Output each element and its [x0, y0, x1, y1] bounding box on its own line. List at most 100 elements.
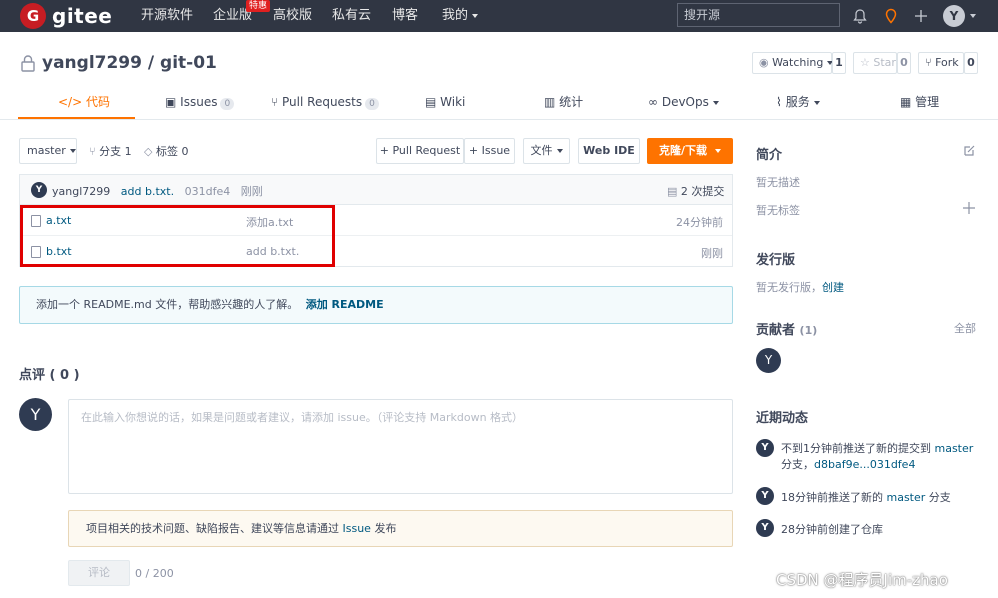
fork-count[interactable]: 0: [964, 52, 978, 74]
contributors-title: 贡献者 (1): [756, 319, 817, 338]
no-release: 暂无发行版，: [756, 281, 822, 294]
issue-notice-suffix: 发布: [370, 522, 397, 535]
plus-icon[interactable]: [911, 6, 931, 26]
commit-count-link[interactable]: ▤ 2 次提交: [667, 183, 724, 199]
activity-branch-link[interactable]: master: [935, 442, 974, 455]
fork-button[interactable]: ⑂ Fork: [918, 52, 964, 74]
tab-services[interactable]: ⌇ 服务: [776, 92, 820, 112]
file-time: 24分钟前: [676, 216, 723, 229]
commit-time: 刚刚: [240, 185, 263, 198]
commit-summary: yangl7299 add b.txt. 031dfe4 刚刚: [52, 183, 263, 199]
all-contributors-link[interactable]: 全部: [954, 320, 976, 336]
pull-request-icon: ⑂: [271, 95, 279, 109]
issues-count-badge: 0: [220, 98, 235, 110]
tab-issues[interactable]: ▣ Issues 0: [165, 92, 235, 112]
tab-pull-requests[interactable]: ⑂ Pull Requests 0: [271, 92, 379, 112]
repo-owner-link[interactable]: yangl7299: [42, 53, 142, 73]
commit-hash[interactable]: 031dfe4: [185, 185, 231, 198]
issues-icon: ▣: [165, 95, 177, 109]
chevron-down-icon: [556, 149, 563, 153]
location-pin-icon[interactable]: [881, 6, 901, 26]
commenter-avatar: Y: [19, 398, 52, 431]
branch-select[interactable]: master: [19, 138, 77, 164]
add-tag-icon[interactable]: [963, 202, 975, 214]
activity-branch-link[interactable]: master: [887, 491, 926, 504]
comment-textarea[interactable]: 在此输入你想说的话，如果是问题或者建议，请添加 issue。（评论支持 Mark…: [68, 399, 733, 494]
create-release-link[interactable]: 创建: [822, 281, 844, 294]
tab-wiki-label: Wiki: [440, 95, 466, 109]
commits-icon: ▤: [667, 185, 678, 198]
repo-title: yangl7299 / git-01: [42, 53, 217, 73]
user-avatar[interactable]: Y: [943, 5, 965, 27]
search-input[interactable]: 搜开源: [677, 3, 840, 27]
tab-manage-label: 管理: [915, 95, 940, 109]
commit-author-avatar[interactable]: Y: [31, 182, 47, 198]
chevron-down-icon[interactable]: [970, 14, 976, 18]
issue-notice-link[interactable]: Issue: [343, 522, 371, 535]
activity-text-suffix: 分支: [925, 491, 951, 504]
chevron-down-icon: [813, 100, 820, 105]
bell-icon[interactable]: [850, 6, 870, 26]
activity-avatar[interactable]: Y: [756, 439, 774, 457]
tab-pull-requests-label: Pull Requests: [282, 95, 363, 109]
tab-stats[interactable]: ▥ 统计: [544, 92, 583, 112]
readme-tip: 添加一个 README.md 文件，帮助感兴趣的人了解。 添加 README: [19, 286, 733, 324]
lock-icon: [20, 54, 36, 72]
star-count[interactable]: 0: [897, 52, 911, 74]
no-tags: 暂无标签: [756, 204, 800, 217]
submit-comment-button[interactable]: 评论: [68, 560, 130, 586]
code-icon: </>: [58, 95, 83, 109]
activity-avatar[interactable]: Y: [756, 519, 774, 537]
nav-education[interactable]: 高校版: [273, 0, 312, 32]
contributors-count: (1): [799, 324, 818, 337]
tags-label: 标签 0: [155, 145, 189, 158]
nav-private-cloud[interactable]: 私有云: [332, 0, 371, 32]
contributor-avatar[interactable]: Y: [756, 348, 781, 373]
add-readme-link[interactable]: 添加 README: [306, 298, 384, 311]
new-issue-button[interactable]: + Issue: [464, 138, 515, 164]
tags-link[interactable]: ◇ 标签 0: [144, 143, 188, 159]
star-icon: ☆: [860, 56, 870, 69]
bar-chart-icon: ▥: [544, 95, 556, 109]
watch-button[interactable]: ◉ Watching: [752, 52, 834, 74]
branches-link[interactable]: ⑂ 分支 1: [89, 143, 132, 159]
issue-notice: 项目相关的技术问题、缺陷报告、建议等信息请通过 Issue 发布: [68, 510, 733, 547]
edit-icon[interactable]: [963, 144, 976, 157]
tab-wiki[interactable]: ▤ Wiki: [425, 92, 465, 112]
nav-blog[interactable]: 博客: [392, 0, 418, 32]
web-ide-button[interactable]: Web IDE: [578, 138, 640, 164]
top-navbar: G gitee 开源软件 企业版 特惠 高校版 私有云 博客 我的 搜开源 Y: [0, 0, 998, 32]
activity-commit-range-link[interactable]: d8baf9e...031dfe4: [814, 458, 915, 471]
branches-label: 分支 1: [99, 145, 132, 158]
branch-select-value: master: [27, 144, 66, 157]
fork-label: Fork: [935, 56, 959, 69]
nav-open-source[interactable]: 开源软件: [141, 0, 193, 32]
infinity-icon: ∞: [648, 95, 658, 109]
eye-icon: ◉: [759, 56, 769, 69]
gitee-logo-icon[interactable]: G: [20, 3, 46, 29]
activity-item: 不到1分钟前推送了新的提交到 master 分支，d8baf9e...031df…: [781, 441, 973, 473]
manage-icon: ▦: [900, 95, 912, 109]
commit-author[interactable]: yangl7299: [52, 185, 110, 198]
pulse-icon: ⌇: [776, 95, 782, 109]
pr-count-badge: 0: [365, 98, 379, 110]
tab-devops[interactable]: ∞ DevOps: [648, 92, 719, 112]
watch-count[interactable]: 1: [832, 52, 846, 74]
gitee-logo-text[interactable]: gitee: [52, 3, 112, 29]
file-menu-button[interactable]: 文件: [523, 138, 570, 164]
star-button[interactable]: ☆ Star: [853, 52, 897, 74]
highlight-frame: [20, 205, 335, 267]
file-menu-label: 文件: [530, 144, 553, 157]
new-pull-request-button[interactable]: + Pull Request: [376, 138, 464, 164]
tab-manage[interactable]: ▦ 管理: [900, 92, 939, 112]
clone-download-button[interactable]: 克隆/下载: [647, 138, 733, 164]
chevron-down-icon: [715, 149, 722, 153]
commit-message[interactable]: add b.txt.: [121, 185, 174, 198]
nav-mine[interactable]: 我的: [442, 0, 479, 32]
comments-title: 点评 ( 0 ): [19, 368, 80, 383]
tab-code[interactable]: </> 代码: [58, 92, 110, 112]
activity-avatar[interactable]: Y: [756, 487, 774, 505]
repo-name-link[interactable]: git-01: [160, 53, 217, 73]
file-time: 刚刚: [701, 247, 723, 260]
fork-icon: ⑂: [925, 56, 932, 69]
